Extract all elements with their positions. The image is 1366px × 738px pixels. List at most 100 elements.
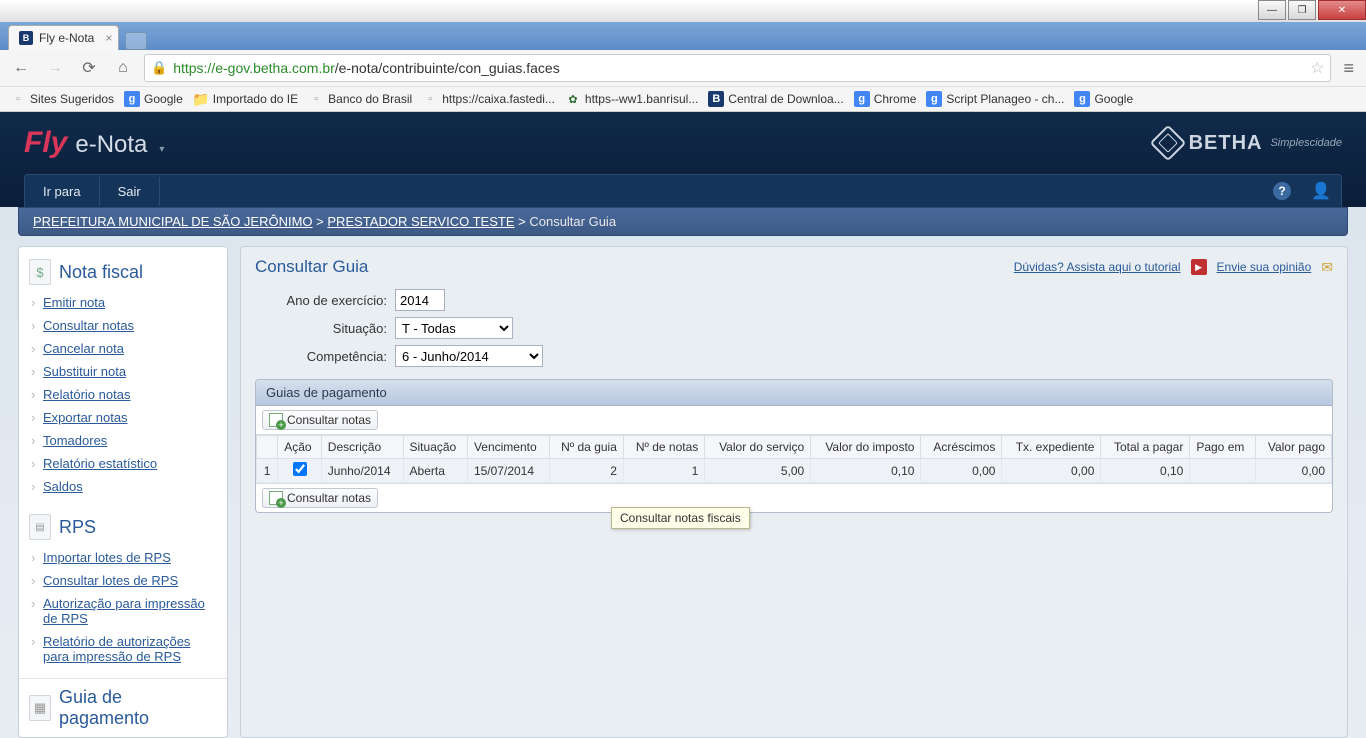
window-maximize-button[interactable]: ❐ [1288, 0, 1316, 20]
browser-tab[interactable]: B Fly e-Nota × [8, 25, 119, 50]
breadcrumb-link-prefeitura[interactable]: PREFEITURA MUNICIPAL DE SÃO JERÔNIMO [33, 214, 313, 229]
tooltip-consultar-notas: Consultar notas fiscais [611, 507, 750, 529]
sidebar-link[interactable]: Relatório estatístico [43, 456, 157, 471]
brand: Fly e-Nota ▾ [24, 126, 164, 160]
guias-table: AçãoDescriçãoSituaçãoVencimentoNº da gui… [256, 435, 1332, 483]
forward-button[interactable]: → [42, 55, 68, 81]
reload-button[interactable]: ⟳ [76, 55, 102, 81]
table-header: Valor do imposto [811, 436, 921, 459]
sidebar-item-nota-fiscal[interactable]: Emitir nota [19, 291, 227, 314]
table-header: Nº de notas [623, 436, 704, 459]
sidebar-item-nota-fiscal[interactable]: Cancelar nota [19, 337, 227, 360]
menu-ir-para[interactable]: Ir para [25, 177, 100, 206]
table-header: Tx. expediente [1002, 436, 1101, 459]
sidebar-item-rps[interactable]: Importar lotes de RPS [19, 546, 227, 569]
home-button[interactable]: ⌂ [110, 55, 136, 81]
sidebar-section-rps: ▤ RPS [19, 508, 227, 542]
bookmark-item[interactable]: gGoogle [1074, 91, 1133, 107]
sidebar-link[interactable]: Tomadores [43, 433, 107, 448]
chrome-menu-icon[interactable]: ≡ [1339, 58, 1358, 79]
bookmark-item[interactable]: ▫Banco do Brasil [308, 91, 412, 107]
cell-num-guia: 2 [549, 459, 623, 483]
sidebar-link[interactable]: Substituir nota [43, 364, 126, 379]
sidebar-link[interactable]: Importar lotes de RPS [43, 550, 171, 565]
sidebar-section-nota-fiscal: $ Nota fiscal [19, 253, 227, 287]
bookmark-item[interactable]: ▫Sites Sugeridos [10, 91, 114, 107]
sidebar-link[interactable]: Emitir nota [43, 295, 105, 310]
tab-title: Fly e-Nota [39, 31, 94, 45]
breadcrumb: PREFEITURA MUNICIPAL DE SÃO JERÔNIMO > P… [18, 207, 1348, 236]
sidebar-link[interactable]: Consultar notas [43, 318, 134, 333]
breadcrumb-link-prestador[interactable]: PRESTADOR SERVICO TESTE [327, 214, 514, 229]
guias-panel-title: Guias de pagamento [256, 380, 1332, 406]
url-text: https://e-gov.betha.com.br/e-nota/contri… [173, 60, 1310, 76]
sidebar-link[interactable]: Relatório de autorizações para impressão… [43, 634, 190, 664]
window-close-button[interactable]: ✕ [1318, 0, 1366, 20]
cell-valor-pago: 0,00 [1256, 459, 1332, 483]
bookmark-item[interactable]: ▫https://caixa.fastedi... [422, 91, 555, 107]
consultar-notas-button-top[interactable]: Consultar notas [262, 410, 378, 430]
help-icon[interactable]: ? [1263, 176, 1301, 206]
user-icon[interactable]: 👤 [1301, 175, 1341, 207]
sidebar-item-rps[interactable]: Relatório de autorizações para impressão… [19, 630, 227, 668]
main-panel: Consultar Guia Dúvidas? Assista aqui o t… [240, 246, 1348, 738]
consultar-notas-icon [269, 491, 283, 505]
address-bar[interactable]: 🔒 https://e-gov.betha.com.br/e-nota/cont… [144, 54, 1331, 82]
table-header: Acréscimos [921, 436, 1002, 459]
play-icon[interactable]: ▶ [1191, 259, 1207, 275]
table-row[interactable]: 1 Junho/2014 Aberta 15/07/2014 2 1 5,00 … [257, 459, 1332, 483]
sidebar-link[interactable]: Consultar lotes de RPS [43, 573, 178, 588]
cell-descricao: Junho/2014 [321, 459, 403, 483]
sidebar-section-guia: ▦ Guia de pagamento [19, 678, 227, 731]
select-competencia[interactable]: 6 - Junho/2014 [395, 345, 543, 367]
sidebar-link[interactable]: Relatório notas [43, 387, 130, 402]
table-header: Nº da guia [549, 436, 623, 459]
window-controls: — ❐ ✕ [0, 0, 1366, 22]
tab-close-icon[interactable]: × [105, 31, 112, 45]
sidebar-item-nota-fiscal[interactable]: Consultar notas [19, 314, 227, 337]
bookmark-item[interactable]: gGoogle [124, 91, 183, 107]
bookmark-item[interactable]: ✿https--ww1.banrisul... [565, 91, 698, 107]
cell-tx-expediente: 0,00 [1002, 459, 1101, 483]
label-ano: Ano de exercício: [255, 293, 395, 308]
table-header: Vencimento [467, 436, 549, 459]
content: PREFEITURA MUNICIPAL DE SÃO JERÔNIMO > P… [0, 207, 1366, 738]
sidebar-link[interactable]: Exportar notas [43, 410, 128, 425]
brand-caret-icon[interactable]: ▾ [159, 144, 164, 155]
bookmark-item[interactable]: gChrome [854, 91, 917, 107]
cell-total: 0,10 [1101, 459, 1190, 483]
label-competencia: Competência: [255, 349, 395, 364]
window-minimize-button[interactable]: — [1258, 0, 1286, 20]
breadcrumb-current: Consultar Guia [529, 214, 616, 229]
select-situacao[interactable]: T - Todas [395, 317, 513, 339]
send-opinion-link[interactable]: Envie sua opinião [1217, 260, 1312, 274]
menu-sair[interactable]: Sair [100, 177, 160, 206]
help-tutorial-link[interactable]: Dúvidas? Assista aqui o tutorial [1014, 260, 1181, 274]
sidebar-item-nota-fiscal[interactable]: Relatório estatístico [19, 452, 227, 475]
sidebar-item-nota-fiscal[interactable]: Substituir nota [19, 360, 227, 383]
sidebar-link[interactable]: Saldos [43, 479, 83, 494]
mail-icon[interactable]: ✉ [1321, 259, 1333, 276]
bookmark-star-icon[interactable]: ☆ [1310, 58, 1324, 78]
sidebar-item-nota-fiscal[interactable]: Saldos [19, 475, 227, 498]
bookmark-item[interactable]: BCentral de Downloa... [708, 91, 843, 107]
bookmark-item[interactable]: gScript Planageo - ch... [926, 91, 1064, 107]
sidebar-item-rps[interactable]: Consultar lotes de RPS [19, 569, 227, 592]
row-checkbox[interactable] [293, 462, 307, 476]
label-situacao: Situação: [255, 321, 395, 336]
sidebar-item-nota-fiscal[interactable]: Tomadores [19, 429, 227, 452]
consultar-notas-button-bottom[interactable]: Consultar notas [262, 488, 378, 508]
browser-chrome: B Fly e-Nota × ← → ⟳ ⌂ 🔒 https://e-gov.b… [0, 22, 1366, 112]
table-header: Descrição [321, 436, 403, 459]
back-button[interactable]: ← [8, 55, 34, 81]
cell-pago-em [1190, 459, 1256, 483]
sidebar-link[interactable]: Autorização para impressão de RPS [43, 596, 205, 626]
input-ano-exercicio[interactable] [395, 289, 445, 311]
bookmark-item[interactable]: 📁Importado do IE [193, 91, 298, 107]
new-tab-button[interactable] [125, 32, 147, 50]
sidebar-item-nota-fiscal[interactable]: Exportar notas [19, 406, 227, 429]
sidebar-link[interactable]: Cancelar nota [43, 341, 124, 356]
table-header: Pago em [1190, 436, 1256, 459]
sidebar-item-nota-fiscal[interactable]: Relatório notas [19, 383, 227, 406]
sidebar-item-rps[interactable]: Autorização para impressão de RPS [19, 592, 227, 630]
